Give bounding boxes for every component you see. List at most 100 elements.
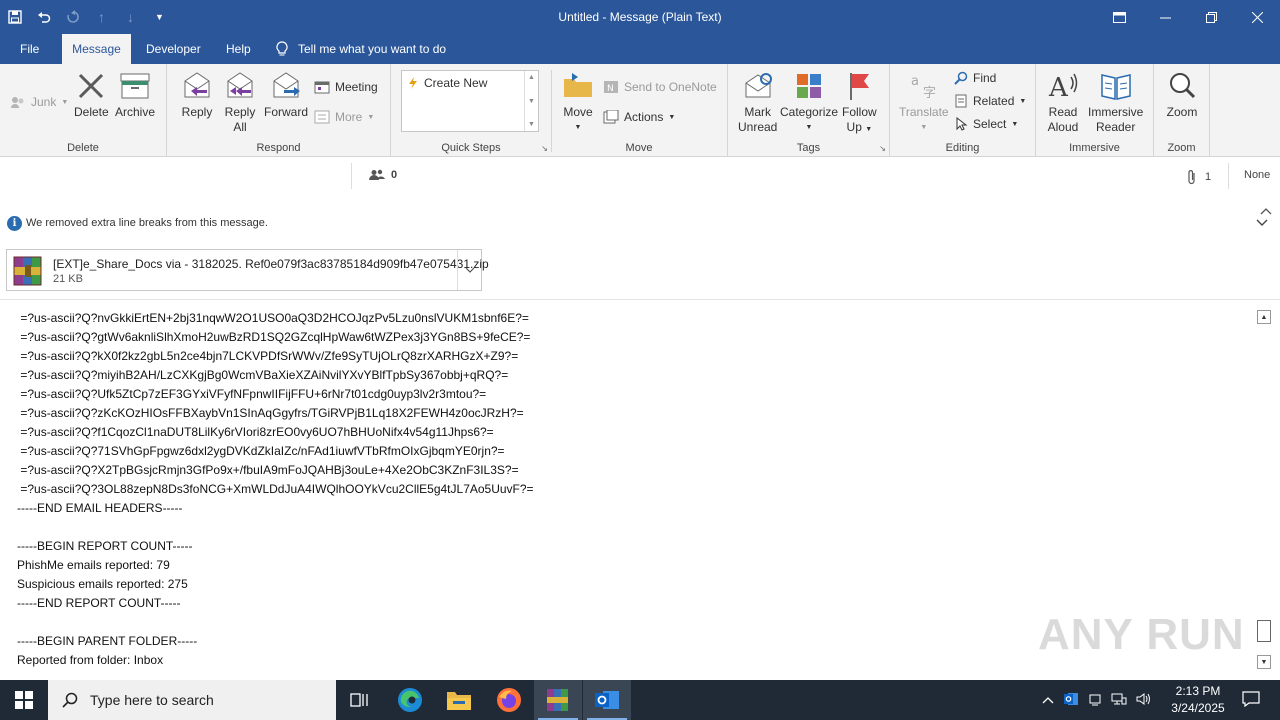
file-explorer-icon[interactable]: [435, 680, 483, 720]
tags-launcher-icon[interactable]: ↘: [879, 144, 886, 153]
task-view-icon[interactable]: [336, 680, 384, 720]
tab-message[interactable]: Message: [62, 34, 131, 64]
notification-icon[interactable]: [1242, 691, 1260, 710]
svg-text:A: A: [1048, 73, 1069, 101]
read-aloud-icon: A: [1046, 70, 1080, 102]
attachment-count: 1: [1187, 169, 1211, 185]
taskbar-clock[interactable]: 2:13 PM 3/24/2025: [1162, 683, 1234, 717]
meeting-button[interactable]: Meeting: [314, 77, 378, 97]
lightbulb-icon: [276, 41, 288, 56]
body-line: =?us-ascii?Q?Ufk5ZtCp7zEF3GYxiVFyfNFpnwI…: [17, 387, 487, 401]
firefox-icon[interactable]: [485, 680, 533, 720]
winrar-taskbar-icon[interactable]: [534, 680, 582, 720]
scroll-down-icon[interactable]: ▼: [1257, 655, 1271, 669]
ribbon-display-icon[interactable]: [1096, 0, 1142, 34]
body-line: -----END REPORT COUNT-----: [17, 596, 181, 610]
attachment-card[interactable]: [EXT]e_Share_Docs via - 3182025. Ref0e07…: [6, 249, 489, 291]
read-aloud-button[interactable]: A Read Aloud: [1046, 70, 1080, 135]
windows-start-icon[interactable]: [0, 680, 48, 720]
delete-group-label: Delete: [67, 142, 99, 154]
move-group-label: Move: [625, 142, 653, 154]
related-button[interactable]: Related ▼: [954, 91, 1026, 111]
tab-help[interactable]: Help: [216, 34, 261, 64]
zoom-button[interactable]: Zoom: [1165, 70, 1199, 120]
reply-button[interactable]: Reply: [180, 70, 214, 120]
body-line: =?us-ascii?Q?kX0f2kz2gbL5n2ce4bjn7LCKVPD…: [17, 349, 519, 363]
attachment-size: 21 KB: [53, 273, 83, 285]
quick-steps-scroll[interactable]: ▲ ▼ ▼: [524, 71, 538, 131]
tray-device-icon[interactable]: [1088, 692, 1102, 709]
delete-button[interactable]: Delete: [74, 70, 109, 120]
attachment-dropdown-icon[interactable]: [457, 250, 482, 290]
immersive-group: A Read Aloud Immersive Reader Immersive: [1036, 64, 1154, 157]
window-title: Untitled - Message (Plain Text): [558, 10, 722, 24]
close-icon[interactable]: [1234, 0, 1280, 34]
ribbon-tabs: File Message Developer Help Tell me what…: [0, 34, 1280, 64]
quick-steps-gallery: Create New ▲ ▼ ▼: [401, 70, 539, 132]
tell-me-text: Tell me what you want to do: [298, 42, 447, 56]
minimize-icon[interactable]: [1142, 0, 1188, 34]
junk-button[interactable]: Junk ▼: [10, 92, 68, 112]
edge-icon[interactable]: [386, 680, 434, 720]
clock-time: 2:13 PM: [1175, 684, 1221, 698]
editing-group: a字 Translate ▼ Find Related ▼ Select ▼ Edi…: [890, 64, 1036, 157]
immersive-reader-button[interactable]: Immersive Reader: [1088, 70, 1143, 135]
forward-button[interactable]: Forward: [264, 70, 308, 120]
chevron-down-icon[interactable]: [1256, 218, 1268, 230]
tray-outlook-icon[interactable]: [1063, 691, 1079, 710]
editing-group-label: Editing: [945, 142, 980, 154]
info-notice: i We removed extra line breaks from this…: [0, 212, 1280, 236]
tray-chevron-up-icon[interactable]: [1042, 693, 1054, 707]
scroll-up-icon[interactable]: ▲: [1257, 310, 1271, 324]
outlook-taskbar-icon[interactable]: [583, 680, 631, 720]
tab-developer[interactable]: Developer: [136, 34, 211, 64]
categorize-button[interactable]: Categorize ▼: [780, 70, 838, 135]
zoom-icon: [1165, 70, 1199, 102]
svg-text:a: a: [911, 74, 919, 89]
follow-up-button[interactable]: Follow Up ▼: [842, 70, 877, 137]
send-to-onenote-button[interactable]: N Send to OneNote: [603, 77, 717, 97]
taskbar-search[interactable]: Type here to search: [48, 680, 336, 720]
body-scrollbar[interactable]: ▲ ▼: [1256, 310, 1272, 670]
people-count[interactable]: 0: [369, 169, 397, 181]
taskbar: Type here to search 2:13 PM 3/24/2025: [0, 680, 1280, 720]
body-line: =?us-ascii?Q?gtWv6aknliSlhXmoH2uwBzRD1SQ…: [17, 330, 531, 344]
tab-file[interactable]: File: [10, 34, 49, 64]
create-new-quick-step[interactable]: Create New: [408, 76, 487, 90]
body-line: =?us-ascii?Q?miyihB2AH/LzCXKgjBg0WcmVBaX…: [17, 368, 509, 382]
quick-steps-launcher-icon[interactable]: ↘: [541, 144, 548, 153]
body-line: -----END EMAIL HEADERS-----: [17, 501, 183, 515]
reply-all-button[interactable]: Reply All: [223, 70, 257, 135]
maximize-icon[interactable]: [1188, 0, 1234, 34]
mark-unread-icon: [741, 70, 775, 102]
categorize-icon: [792, 70, 826, 102]
move-button[interactable]: Move ▼: [561, 70, 595, 135]
delete-icon: [74, 70, 108, 102]
volume-icon[interactable]: [1136, 692, 1152, 709]
info-icon: i: [7, 216, 22, 231]
mark-unread-button[interactable]: Mark Unread: [738, 70, 777, 135]
related-icon: [955, 94, 967, 108]
tell-me-box[interactable]: Tell me what you want to do: [276, 34, 446, 64]
winrar-archive-icon: [11, 255, 45, 287]
network-icon[interactable]: [1111, 692, 1127, 709]
search-placeholder: Type here to search: [90, 692, 214, 708]
immersive-reader-icon: [1099, 70, 1133, 102]
find-button[interactable]: Find: [954, 68, 996, 88]
translate-button[interactable]: a字 Translate ▼: [899, 70, 949, 135]
flag-icon: [842, 70, 876, 102]
actions-button[interactable]: Actions ▼: [603, 107, 675, 127]
quick-steps-group-label: Quick Steps: [441, 142, 501, 154]
meeting-icon: [314, 81, 330, 94]
system-tray: [1042, 680, 1152, 720]
body-line: -----BEGIN PARENT FOLDER-----: [17, 634, 198, 648]
paperclip-icon: [1188, 170, 1195, 185]
select-button[interactable]: Select ▼: [954, 114, 1018, 134]
scroll-thumb[interactable]: [1257, 620, 1271, 642]
archive-button[interactable]: Archive: [115, 70, 155, 120]
find-icon: [954, 71, 968, 85]
lightning-icon: [409, 77, 417, 89]
cursor-icon: [956, 117, 968, 131]
more-button[interactable]: More ▼: [314, 107, 374, 127]
notice-text: We removed extra line breaks from this m…: [26, 217, 268, 229]
